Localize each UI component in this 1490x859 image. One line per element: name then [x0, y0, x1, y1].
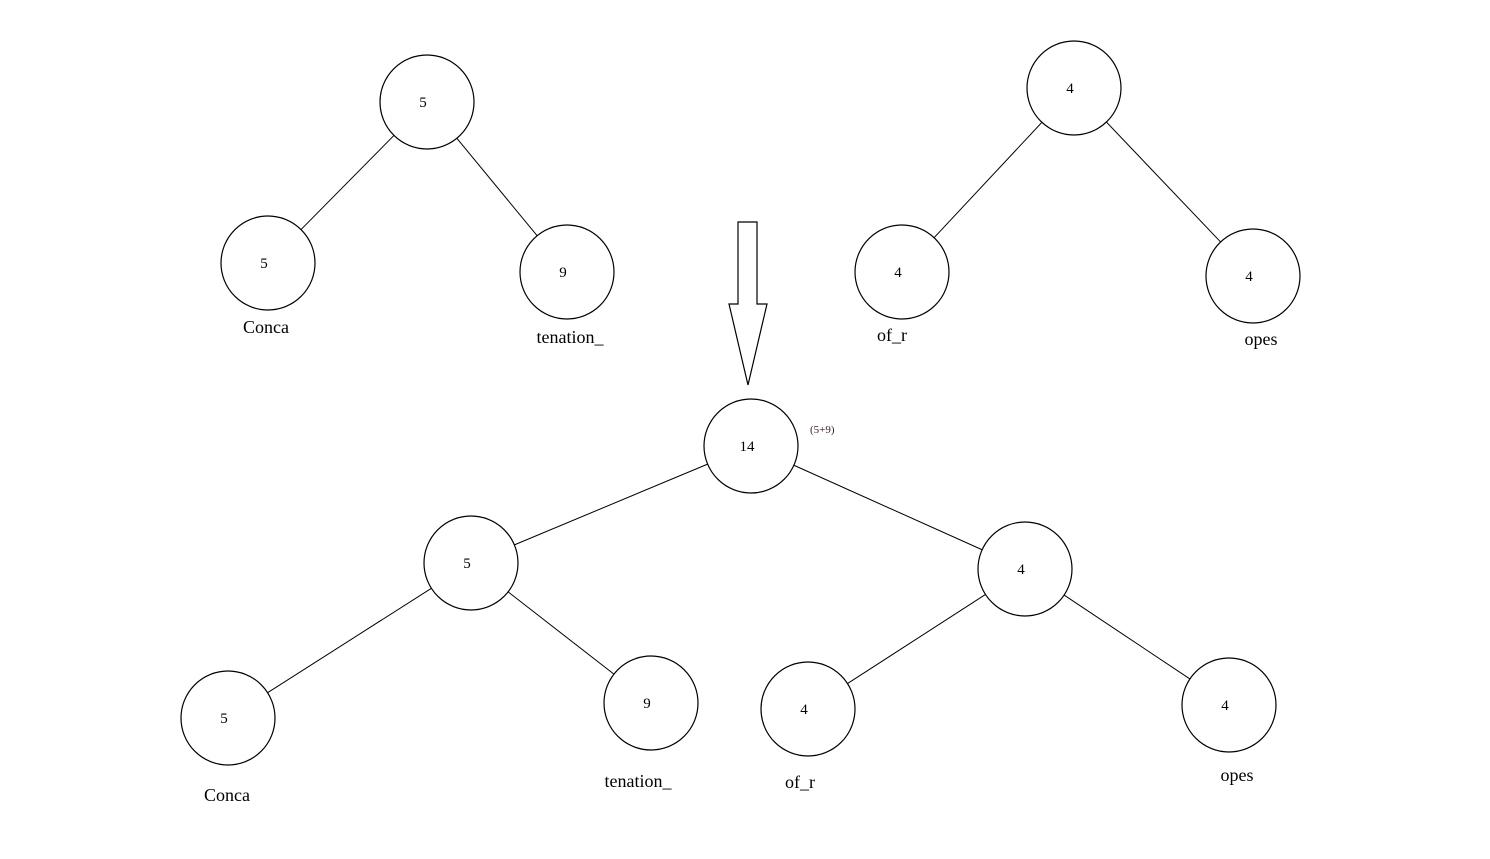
node-circle	[854, 224, 950, 320]
node-label: opes	[1221, 765, 1254, 785]
node-value: 14	[740, 439, 756, 455]
node-value: 5	[220, 711, 228, 727]
node-circle	[180, 670, 276, 766]
node-value: 4	[1245, 269, 1253, 285]
node-label: of_r	[785, 772, 815, 792]
tree-edge	[847, 594, 986, 684]
node-label: Conca	[204, 785, 250, 805]
tree-node: 14	[703, 398, 799, 494]
tree-edge	[793, 464, 983, 551]
tree-edge	[267, 587, 432, 694]
node-circle	[977, 521, 1073, 617]
node-label: Conca	[243, 317, 289, 337]
node-circle	[760, 661, 856, 757]
node-value: 4	[1221, 698, 1229, 714]
node-circle	[519, 224, 615, 320]
tree-node: 5	[423, 515, 519, 611]
tree-node: 5 Conca	[180, 670, 276, 805]
huffman-merge-diagram: 5 5 Conca 9 tenation_ 4 4 of_r 4 opes 14 5 4 5 Conca 9 t…	[180, 40, 1301, 805]
tree-node: 9 tenation_	[519, 224, 615, 347]
node-value: 5	[463, 556, 471, 572]
tree-node: 5	[379, 54, 475, 150]
tree-node: 9 tenation_	[603, 655, 699, 791]
node-circle	[1181, 657, 1277, 753]
node-circle	[603, 655, 699, 751]
tree-node: 4	[977, 521, 1073, 617]
tree-node: 4 of_r	[854, 224, 950, 345]
tree-edge	[1106, 121, 1221, 243]
node-value: 5	[419, 95, 427, 111]
tree-node: 4 of_r	[760, 661, 856, 792]
node-label: tenation_	[605, 771, 673, 791]
node-circle	[220, 215, 316, 311]
node-value: 5	[260, 256, 268, 272]
node-circle	[423, 515, 519, 611]
node-value: 9	[643, 696, 651, 712]
tree-node: 4	[1026, 40, 1122, 136]
tree-edge	[514, 463, 708, 546]
root-annotation: (5+9)	[810, 424, 835, 436]
tree-node: 5 Conca	[220, 215, 316, 337]
node-label: opes	[1245, 329, 1278, 349]
tree-edge	[507, 591, 615, 675]
tree-edge	[933, 121, 1043, 239]
down-arrow-icon	[728, 221, 768, 386]
node-circle	[1205, 228, 1301, 324]
nodes: 5 5 Conca 9 tenation_ 4 4 of_r 4 opes 14 5 4 5 Conca 9 t…	[180, 40, 1301, 805]
tree-node: 4 opes	[1181, 657, 1277, 785]
node-label: of_r	[877, 325, 907, 345]
node-value: 4	[894, 265, 902, 281]
node-value: 4	[1017, 562, 1025, 578]
node-label: tenation_	[537, 327, 605, 347]
node-value: 4	[800, 702, 808, 718]
tree-edge	[300, 135, 395, 230]
node-value: 9	[559, 265, 567, 281]
node-circle	[1026, 40, 1122, 136]
tree-edge	[456, 137, 538, 237]
node-circle	[379, 54, 475, 150]
tree-edge	[1063, 594, 1191, 680]
node-value: 4	[1066, 81, 1074, 97]
tree-node: 4 opes	[1205, 228, 1301, 349]
